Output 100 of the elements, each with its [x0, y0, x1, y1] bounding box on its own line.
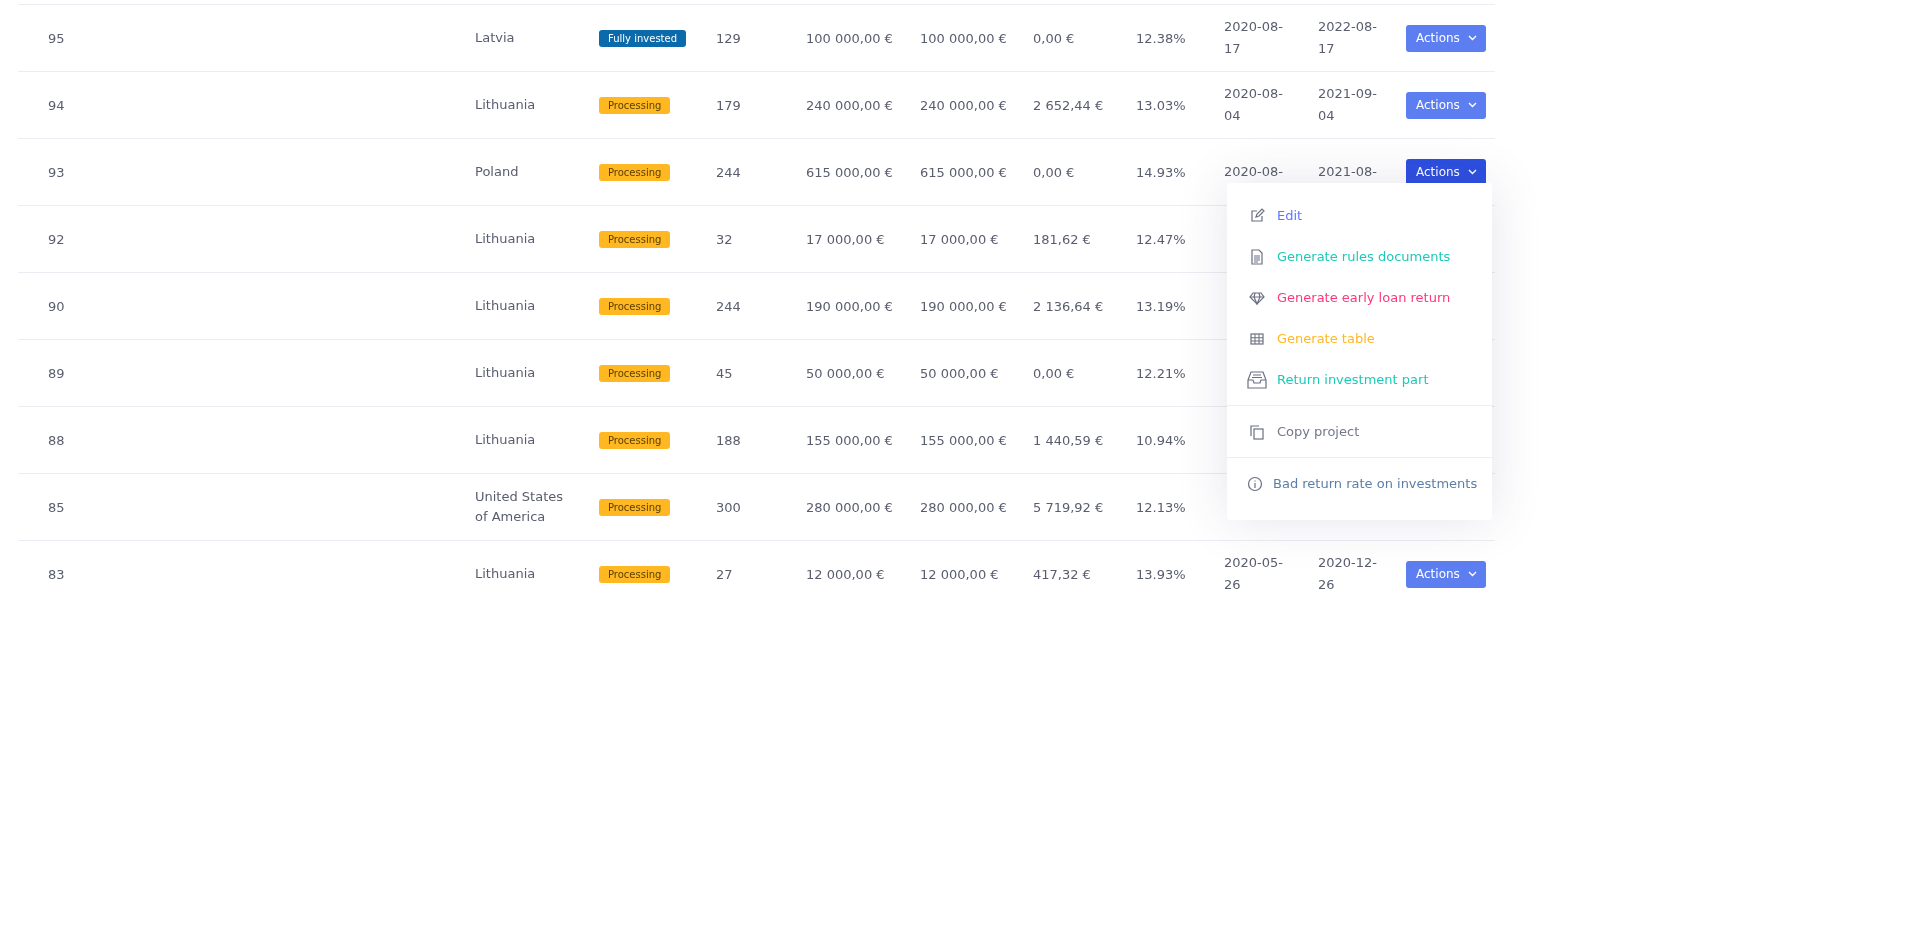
status-badge: Processing: [599, 163, 671, 181]
table-cell-text: 89: [47, 365, 65, 381]
table-cell: 188: [716, 432, 741, 448]
grid-icon: [1249, 330, 1265, 347]
table-cell: 50 000,00 €: [806, 365, 885, 381]
date-cell-text: 2020-08-17: [1224, 18, 1284, 58]
table-cell: 280 000,00 €: [806, 499, 893, 515]
gem-icon: [1249, 289, 1265, 306]
status-badge: Processing: [599, 96, 671, 114]
table-cell: 240 000,00 €: [806, 97, 893, 113]
table-cell: 0,00 €: [1033, 30, 1075, 46]
table-cell: 2 136,64 €: [1033, 298, 1104, 314]
table-cell: 244: [716, 164, 741, 180]
table-cell: 12.38%: [1136, 30, 1186, 46]
status-badge: Processing: [599, 230, 671, 248]
table-cell: 13.19%: [1136, 298, 1186, 314]
status-badge: Fully invested: [599, 29, 686, 47]
table-cell: 615 000,00 €: [806, 164, 893, 180]
table-cell-text: 85: [47, 499, 65, 515]
table-cell: 100 000,00 €: [920, 30, 1007, 46]
date-cell-text: 2020-08-04: [1224, 85, 1284, 125]
date-cell-text: 2022-08-17: [1318, 18, 1378, 58]
menu-item[interactable]: Copy project: [1227, 411, 1492, 452]
menu-item[interactable]: Edit: [1227, 195, 1492, 236]
date-cell-text: 2020-12-26: [1318, 554, 1378, 594]
actions-button[interactable]: Actions: [1406, 560, 1486, 588]
table-cell: 14.93%: [1136, 164, 1186, 180]
table-cell: 179: [716, 97, 741, 113]
menu-item[interactable]: Generate rules documents: [1227, 236, 1492, 277]
table-cell: 13.03%: [1136, 97, 1186, 113]
table-cell-text: 83: [47, 566, 65, 582]
table-cell: 0,00 €: [1033, 365, 1075, 381]
table-cell-text: 90: [47, 298, 65, 314]
copy-icon: [1249, 423, 1265, 440]
status-badge: Processing: [599, 431, 671, 449]
actions-button[interactable]: Actions: [1406, 158, 1486, 186]
table-cell: 12.47%: [1136, 231, 1186, 247]
edit-icon: [1249, 207, 1265, 224]
table-cell: 417,32 €: [1033, 566, 1091, 582]
date-cell-text: 2020-08-: [1224, 163, 1284, 181]
table-cell-text: 95: [47, 30, 65, 46]
table-cell-text: 94: [47, 97, 65, 113]
date-cell-text: 2021-09-04: [1318, 85, 1378, 125]
country-cell-text: Poland: [475, 163, 520, 181]
status-badge: Processing: [599, 565, 671, 583]
country-cell-text: Lithuania: [475, 364, 537, 382]
caret-icon: [1467, 169, 1477, 175]
tray-icon: [1247, 370, 1267, 389]
table-cell-text: 92: [47, 231, 65, 247]
table-cell: 1 440,59 €: [1033, 432, 1104, 448]
table-cell: 10.94%: [1136, 432, 1186, 448]
country-cell-text: Lithuania: [475, 565, 537, 583]
table-cell: 190 000,00 €: [920, 298, 1007, 314]
table-cell-text: 93: [47, 164, 65, 180]
table-cell: 17 000,00 €: [806, 231, 885, 247]
table-cell: 280 000,00 €: [920, 499, 1007, 515]
table-cell: 50 000,00 €: [920, 365, 999, 381]
date-cell-text: 2020-05-26: [1224, 554, 1284, 594]
menu-item[interactable]: Return investment part: [1227, 359, 1492, 400]
menu-item[interactable]: Bad return rate on investments: [1227, 463, 1492, 504]
table-cell: 244: [716, 298, 741, 314]
country-cell-text: Lithuania: [475, 297, 537, 315]
table-cell: 17 000,00 €: [920, 231, 999, 247]
status-badge: Processing: [599, 364, 671, 382]
caret-icon: [1467, 35, 1477, 41]
table-cell: 190 000,00 €: [806, 298, 893, 314]
status-badge: Processing: [599, 498, 671, 516]
table-cell: 240 000,00 €: [920, 97, 1007, 113]
table-cell: 2 652,44 €: [1033, 97, 1104, 113]
table-cell: 12 000,00 €: [806, 566, 885, 582]
table-cell: 300: [716, 499, 741, 515]
actions-button[interactable]: Actions: [1406, 24, 1486, 52]
table-cell: 27: [716, 566, 733, 582]
country-cell-text: Lithuania: [475, 230, 537, 248]
table-cell-text: 88: [47, 432, 65, 448]
table-cell: 12.13%: [1136, 499, 1186, 515]
document-icon: [1249, 248, 1265, 265]
table-cell: 13.93%: [1136, 566, 1186, 582]
country-cell-text: Latvia: [475, 29, 516, 47]
caret-icon: [1467, 102, 1477, 108]
table-cell: 100 000,00 €: [806, 30, 893, 46]
table-cell: 129: [716, 30, 741, 46]
country-cell-text: Lithuania: [475, 96, 537, 114]
country-cell-text: United States of America: [475, 488, 565, 526]
menu-item[interactable]: Generate early loan return: [1227, 277, 1492, 318]
actions-button[interactable]: Actions: [1406, 91, 1486, 119]
table-cell: 155 000,00 €: [806, 432, 893, 448]
table-cell: 12.21%: [1136, 365, 1186, 381]
table-cell: 45: [716, 365, 733, 381]
table-cell: 5 719,92 €: [1033, 499, 1104, 515]
table-cell: 181,62 €: [1033, 231, 1091, 247]
table-cell: 32: [716, 231, 733, 247]
caret-icon: [1467, 571, 1477, 577]
table-cell: 155 000,00 €: [920, 432, 1007, 448]
country-cell-text: Lithuania: [475, 431, 537, 449]
info-icon: [1247, 475, 1263, 492]
date-cell-text: 2021-08-: [1318, 163, 1378, 181]
table-cell: 0,00 €: [1033, 164, 1075, 180]
table-cell: 12 000,00 €: [920, 566, 999, 582]
table-cell: 615 000,00 €: [920, 164, 1007, 180]
